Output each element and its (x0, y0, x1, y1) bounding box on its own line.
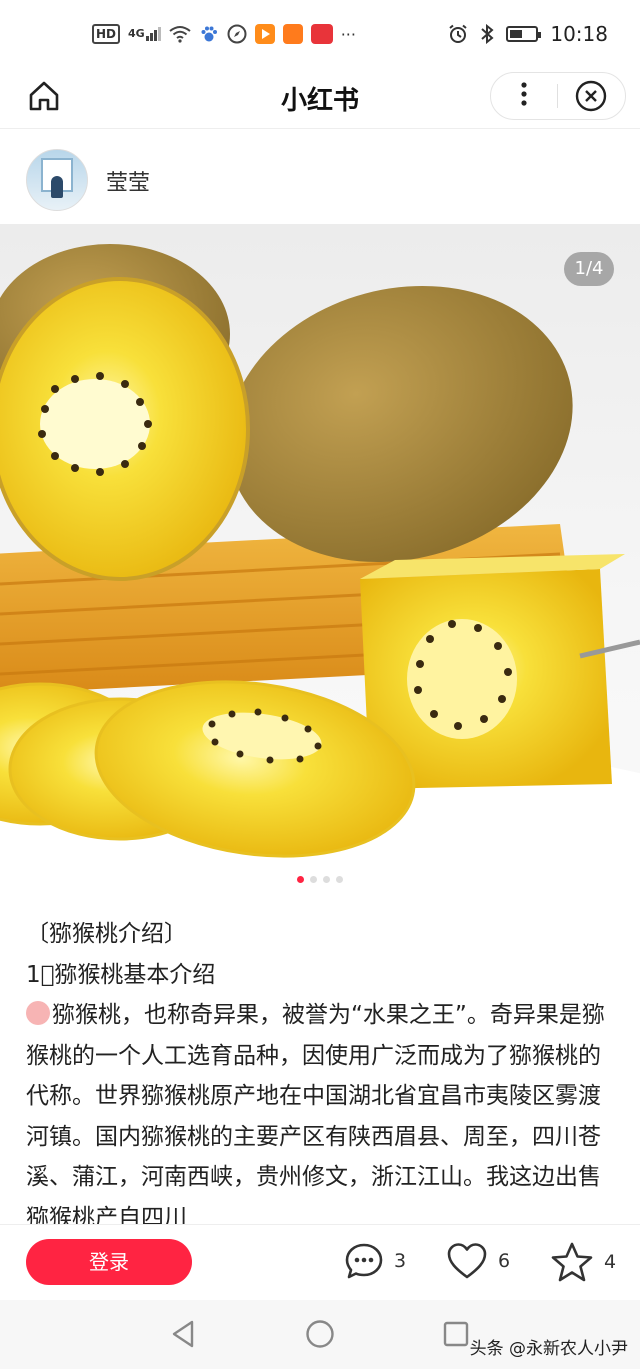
content-heading: 〔猕猴桃介绍〕 (26, 921, 187, 947)
carousel-dot[interactable] (310, 876, 317, 883)
carousel-dots (0, 876, 640, 883)
uc-app-icon (282, 24, 303, 44)
more-dots-icon (521, 81, 527, 106)
close-button[interactable] (558, 80, 624, 112)
hd-badge: HD (92, 24, 121, 44)
content-body-text: 猕猴桃，也称奇异果，被誉为“水果之王”。奇异果是猕猴桃的一个人工选育品种，因使用… (26, 1002, 605, 1224)
carousel-dot[interactable] (323, 876, 330, 883)
comment-button[interactable]: 3 (344, 1241, 406, 1281)
login-button[interactable]: 登录 (26, 1239, 192, 1285)
system-nav-bar: 头条 @永新农人小尹 (0, 1300, 640, 1369)
like-count: 6 (498, 1250, 511, 1272)
clock: 10:18 (550, 22, 608, 46)
like-button[interactable]: 6 (446, 1241, 510, 1281)
author-name[interactable]: 莹莹 (106, 165, 150, 197)
bottom-action-bar: 登录 3 6 4 (0, 1224, 640, 1301)
back-icon[interactable] (168, 1318, 200, 1350)
watermark: 头条 @永新农人小尹 (469, 1339, 628, 1359)
comment-count: 3 (394, 1250, 407, 1272)
carousel-dot[interactable] (297, 876, 304, 883)
home-nav-icon[interactable] (304, 1318, 336, 1350)
bluetooth-icon (481, 24, 494, 44)
star-icon (551, 1242, 593, 1282)
kiwi-photo-illustration (0, 244, 640, 864)
title-bar: 小红书 (0, 72, 640, 129)
signal-icon: 4G (128, 27, 161, 41)
battery-icon (506, 26, 542, 42)
carousel-dot[interactable] (336, 876, 343, 883)
photo-page-counter: 1/4 (564, 252, 614, 286)
collect-button[interactable]: 4 (550, 1241, 616, 1283)
more-notifications: ··· (340, 24, 356, 44)
more-options-button[interactable] (491, 80, 557, 113)
status-bar: HD 4G ··· 10:18 (0, 0, 640, 72)
content-subheading: 1⃣猕猴桃基本介绍 (26, 961, 216, 988)
miniprogram-capsule (490, 72, 626, 120)
comment-icon (345, 1243, 383, 1279)
note-photo[interactable]: 1/4 (0, 224, 640, 864)
wifi-icon (169, 26, 191, 43)
compass-app-icon (227, 24, 247, 44)
author-row: 莹莹 (0, 129, 640, 223)
note-content: 〔猕猴桃介绍〕 1⃣猕猴桃基本介绍 猕猴桃，也称奇异果，被誉为“水果之王”。奇异… (26, 914, 616, 1224)
close-circle-icon (575, 80, 607, 112)
heart-icon (447, 1243, 487, 1279)
content-body: 猕猴桃，也称奇异果，被誉为“水果之王”。奇异果是猕猴桃的一个人工选育品种，因使用… (26, 995, 616, 1224)
alarm-icon (449, 24, 467, 43)
status-left-icons: HD 4G ··· (92, 24, 356, 44)
network-type: 4G (128, 27, 145, 40)
paw-app-icon (201, 26, 217, 42)
video-app-icon (254, 24, 275, 44)
status-right-icons: 10:18 (448, 22, 608, 46)
recents-icon[interactable] (440, 1318, 472, 1350)
toutiao-app-icon (310, 24, 333, 44)
collect-count: 4 (604, 1251, 617, 1273)
avatar[interactable] (26, 149, 88, 211)
kiwi-emoji-icon (26, 1001, 50, 1025)
